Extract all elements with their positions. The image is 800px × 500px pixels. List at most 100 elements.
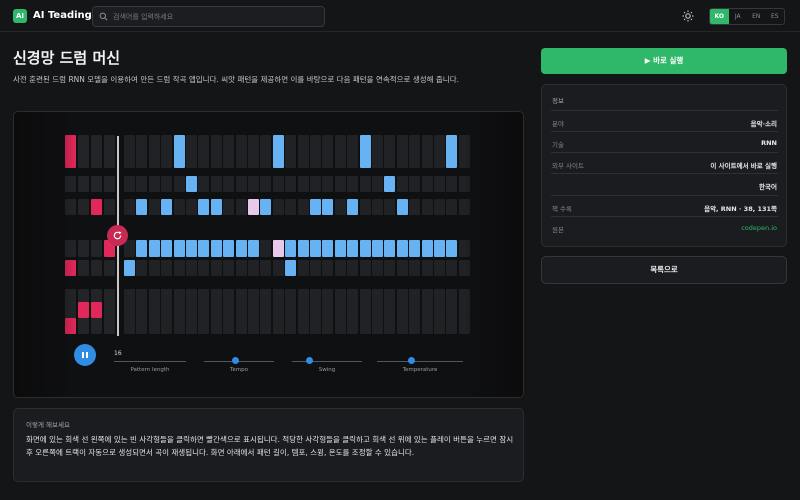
drum-step-cell[interactable]: [223, 318, 235, 334]
drum-step-cell[interactable]: [372, 318, 383, 334]
drum-step-cell[interactable]: [235, 260, 247, 276]
drum-step-cell[interactable]: [78, 199, 89, 215]
drum-step-cell[interactable]: [396, 260, 408, 276]
drum-step-cell[interactable]: [260, 302, 272, 318]
drum-step-cell[interactable]: [173, 199, 185, 215]
drum-step-cell[interactable]: [248, 318, 259, 334]
drum-step-cell[interactable]: [359, 240, 371, 257]
drum-step-cell[interactable]: [91, 318, 102, 334]
drum-step-cell[interactable]: [91, 260, 102, 276]
lang-en[interactable]: EN: [747, 9, 766, 24]
swing-slider-thumb[interactable]: [306, 357, 313, 364]
drum-step-cell[interactable]: [297, 260, 309, 276]
drum-step-cell[interactable]: [235, 318, 247, 334]
drum-step-cell[interactable]: [78, 176, 89, 192]
drum-step-cell[interactable]: [248, 176, 259, 192]
drum-step-cell[interactable]: [396, 176, 408, 192]
drum-step-cell[interactable]: [210, 260, 222, 276]
drum-step-cell[interactable]: [161, 302, 173, 318]
drum-step-cell[interactable]: [458, 199, 470, 215]
drum-step-cell[interactable]: [161, 135, 173, 168]
drum-step-cell[interactable]: [458, 302, 470, 318]
drum-step-cell[interactable]: [210, 318, 222, 334]
drum-step-cell[interactable]: [186, 260, 197, 276]
drum-step-cell[interactable]: [104, 302, 115, 318]
drum-step-cell[interactable]: [235, 240, 247, 257]
drum-step-cell[interactable]: [124, 176, 135, 192]
drum-step-cell[interactable]: [322, 199, 334, 215]
drum-step-cell[interactable]: [186, 135, 197, 168]
drum-step-cell[interactable]: [104, 260, 115, 276]
drum-step-cell[interactable]: [285, 260, 297, 276]
drum-step-cell[interactable]: [272, 240, 284, 257]
drum-step-cell[interactable]: [458, 318, 470, 334]
drum-step-cell[interactable]: [384, 260, 396, 276]
drum-step-cell[interactable]: [372, 176, 383, 192]
drum-step-cell[interactable]: [434, 302, 445, 318]
drum-step-cell[interactable]: [322, 318, 334, 334]
drum-step-cell[interactable]: [136, 199, 148, 215]
drum-step-cell[interactable]: [310, 318, 321, 334]
drum-step-cell[interactable]: [384, 135, 396, 168]
drum-step-cell[interactable]: [384, 302, 396, 318]
drum-step-cell[interactable]: [148, 176, 160, 192]
drum-step-cell[interactable]: [359, 302, 371, 318]
drum-step-cell[interactable]: [458, 260, 470, 276]
drum-step-cell[interactable]: [334, 135, 346, 168]
drum-step-cell[interactable]: [322, 176, 334, 192]
drum-step-cell[interactable]: [235, 199, 247, 215]
drum-step-cell[interactable]: [384, 199, 396, 215]
drum-step-cell[interactable]: [136, 260, 148, 276]
drum-step-cell[interactable]: [161, 240, 173, 257]
drum-step-cell[interactable]: [347, 135, 359, 168]
drum-step-cell[interactable]: [372, 199, 383, 215]
drum-step-cell[interactable]: [210, 135, 222, 168]
drum-step-cell[interactable]: [173, 135, 185, 168]
brand-name[interactable]: AI Teading: [33, 9, 92, 23]
drum-step-cell[interactable]: [310, 240, 321, 257]
drum-step-cell[interactable]: [198, 302, 210, 318]
drum-step-cell[interactable]: [446, 302, 458, 318]
drum-step-cell[interactable]: [347, 176, 359, 192]
drum-step-cell[interactable]: [334, 302, 346, 318]
drum-step-cell[interactable]: [359, 135, 371, 168]
drum-step-cell[interactable]: [421, 176, 433, 192]
drum-step-cell[interactable]: [272, 135, 284, 168]
drum-step-cell[interactable]: [198, 318, 210, 334]
drum-step-cell[interactable]: [223, 199, 235, 215]
drum-step-cell[interactable]: [322, 302, 334, 318]
drum-step-cell[interactable]: [446, 240, 458, 257]
drum-step-cell[interactable]: [372, 260, 383, 276]
drum-step-cell[interactable]: [285, 135, 297, 168]
drum-step-cell[interactable]: [285, 240, 297, 257]
drum-step-cell[interactable]: [235, 135, 247, 168]
drum-step-cell[interactable]: [359, 260, 371, 276]
drum-step-cell[interactable]: [260, 240, 272, 257]
drum-step-cell[interactable]: [421, 302, 433, 318]
drum-step-cell[interactable]: [272, 176, 284, 192]
temperature-slider[interactable]: [377, 361, 463, 362]
drum-step-cell[interactable]: [198, 260, 210, 276]
drum-step-cell[interactable]: [347, 199, 359, 215]
drum-step-cell[interactable]: [248, 199, 259, 215]
drum-step-cell[interactable]: [248, 135, 259, 168]
drum-step-cell[interactable]: [297, 135, 309, 168]
drum-step-cell[interactable]: [384, 176, 396, 192]
drum-step-cell[interactable]: [148, 302, 160, 318]
drum-step-cell[interactable]: [136, 240, 148, 257]
drum-step-cell[interactable]: [310, 260, 321, 276]
drum-step-cell[interactable]: [434, 135, 445, 168]
drum-step-cell[interactable]: [223, 135, 235, 168]
search-input[interactable]: [113, 10, 318, 24]
drum-step-cell[interactable]: [372, 302, 383, 318]
drum-step-cell[interactable]: [310, 176, 321, 192]
drum-step-cell[interactable]: [161, 176, 173, 192]
drum-step-cell[interactable]: [334, 199, 346, 215]
drum-step-cell[interactable]: [272, 318, 284, 334]
drum-step-cell[interactable]: [91, 176, 102, 192]
drum-step-cell[interactable]: [260, 318, 272, 334]
drum-step-cell[interactable]: [322, 135, 334, 168]
drum-step-cell[interactable]: [124, 135, 135, 168]
drum-step-cell[interactable]: [297, 318, 309, 334]
drum-step-cell[interactable]: [65, 318, 76, 334]
